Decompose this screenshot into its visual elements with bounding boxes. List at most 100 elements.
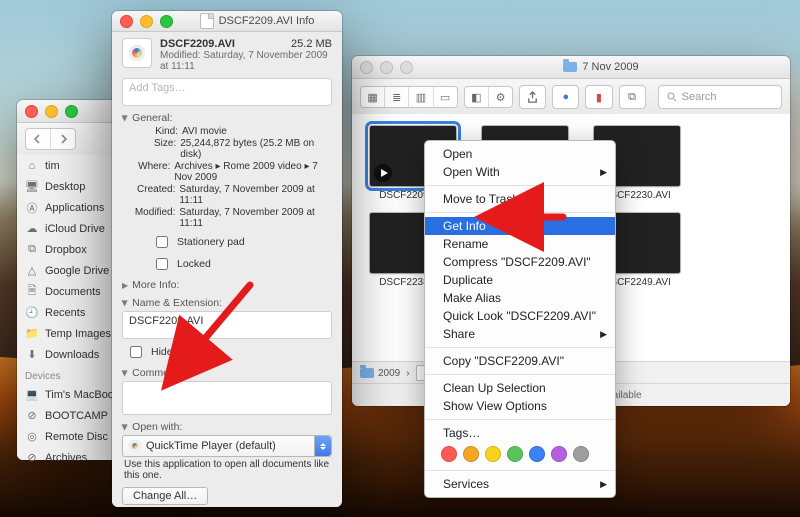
- traffic-min-icon[interactable]: [140, 15, 153, 28]
- quicktime-icon: [129, 45, 145, 61]
- traffic-close-icon[interactable]: [360, 61, 373, 74]
- tag-color-dot[interactable]: [573, 446, 589, 462]
- view-gallery-icon[interactable]: ▭: [433, 87, 457, 107]
- name-extension-field[interactable]: DSCF2209.AVI: [122, 311, 332, 339]
- section-header[interactable]: ▶More Info:: [122, 279, 332, 291]
- section-header[interactable]: ▶Comments:: [122, 367, 332, 379]
- ctx-separator: [425, 374, 615, 375]
- traffic-zoom-icon[interactable]: [65, 105, 78, 118]
- disclosure-triangle-icon[interactable]: ▶: [122, 281, 128, 290]
- tag-color-dot[interactable]: [485, 446, 501, 462]
- ctx-rename[interactable]: Rename: [425, 235, 615, 253]
- sort-icon[interactable]: ⚙: [488, 87, 512, 107]
- ctx-show-view-options[interactable]: Show View Options: [425, 397, 615, 415]
- checkbox-label: Hide extension: [151, 346, 220, 358]
- view-mode-segmented[interactable]: ▦ ≣ ▥ ▭: [360, 86, 458, 108]
- ctx-label: Tags…: [443, 426, 480, 440]
- ctx-quick-look[interactable]: Quick Look "DSCF2209.AVI": [425, 307, 615, 325]
- traffic-zoom-icon[interactable]: [400, 61, 413, 74]
- checkbox-input[interactable]: [156, 258, 168, 270]
- play-badge-icon: [374, 164, 392, 182]
- comments-field[interactable]: [122, 381, 332, 415]
- sidebar-item-label: tim: [45, 160, 60, 172]
- nav-forward-icon[interactable]: [50, 129, 75, 149]
- disclosure-triangle-icon[interactable]: ▶: [121, 370, 130, 376]
- finder-search[interactable]: Search: [658, 85, 782, 109]
- hide-extension-checkbox[interactable]: Hide extension: [126, 343, 342, 361]
- view-icon-icon[interactable]: ▦: [361, 87, 384, 107]
- traffic-min-icon[interactable]: [45, 105, 58, 118]
- path-crumb[interactable]: 2009: [360, 368, 400, 379]
- ctx-label: Duplicate: [443, 273, 493, 287]
- section-header[interactable]: ▶Name & Extension:: [122, 297, 332, 309]
- info-titlebar[interactable]: DSCF2209.AVI Info: [112, 11, 342, 32]
- dropbox-toolbar-button[interactable]: ⧉: [619, 85, 646, 109]
- ctx-tags[interactable]: Tags…: [425, 424, 615, 442]
- tag-color-dot[interactable]: [551, 446, 567, 462]
- traffic-min-icon[interactable]: [380, 61, 393, 74]
- stationery-checkbox[interactable]: Stationery pad: [152, 233, 332, 251]
- traffic-zoom-icon[interactable]: [160, 15, 173, 28]
- view-columns-icon[interactable]: ▥: [408, 87, 432, 107]
- sidebar-item-label: iCloud Drive: [45, 223, 105, 235]
- ctx-label: Move to Trash: [443, 192, 519, 206]
- disclosure-triangle-icon[interactable]: ▶: [121, 300, 130, 306]
- ctx-clean-up[interactable]: Clean Up Selection: [425, 379, 615, 397]
- ctx-get-info[interactable]: Get Info: [425, 217, 615, 235]
- kv-key: Where:: [132, 161, 170, 183]
- change-all-button[interactable]: Change All…: [122, 487, 208, 505]
- ctx-compress[interactable]: Compress "DSCF2209.AVI": [425, 253, 615, 271]
- section-header[interactable]: ▶Open with:: [122, 421, 332, 433]
- locked-checkbox[interactable]: Locked: [152, 255, 332, 273]
- checkbox-input[interactable]: [130, 346, 142, 358]
- tags-button[interactable]: ●: [552, 85, 579, 109]
- group-icon[interactable]: ◧: [465, 87, 488, 107]
- nav-back-icon[interactable]: [26, 129, 50, 149]
- kv-value: Archives ▸ Rome 2009 video ▸ 7 Nov 2009: [174, 161, 332, 183]
- nav-back-forward[interactable]: [25, 128, 76, 150]
- sidebar-item-label: Archives: [45, 452, 87, 464]
- ctx-share[interactable]: Share▶: [425, 325, 615, 343]
- group-sort-segmented[interactable]: ◧ ⚙: [464, 86, 513, 108]
- tag-color-dot[interactable]: [463, 446, 479, 462]
- ctx-move-to-trash[interactable]: Move to Trash: [425, 190, 615, 208]
- tag-color-dot[interactable]: [441, 446, 457, 462]
- traffic-close-icon[interactable]: [25, 105, 38, 118]
- ctx-open-with[interactable]: Open With▶: [425, 163, 615, 181]
- kv-value: 25,244,872 bytes (25.2 MB on disk): [180, 138, 332, 160]
- info-tags-field[interactable]: Add Tags…: [122, 78, 332, 106]
- view-list-icon[interactable]: ≣: [384, 87, 408, 107]
- finder-titlebar[interactable]: 7 Nov 2009: [352, 56, 790, 79]
- disclosure-triangle-icon[interactable]: ▶: [121, 115, 130, 121]
- finder-title: 7 Nov 2009: [420, 61, 782, 73]
- ctx-copy[interactable]: Copy "DSCF2209.AVI": [425, 352, 615, 370]
- tag-color-dot[interactable]: [529, 446, 545, 462]
- ctx-make-alias[interactable]: Make Alias: [425, 289, 615, 307]
- ctx-label: Rename: [443, 237, 488, 251]
- sidebar-item-label: Documents: [45, 286, 101, 298]
- section-header[interactable]: ▶General:: [122, 112, 332, 124]
- sidebar-item-label: Applications: [45, 202, 104, 214]
- section-title: General:: [132, 112, 172, 124]
- section-title: Name & Extension:: [132, 297, 222, 309]
- quick-action-button[interactable]: ▮: [585, 85, 612, 109]
- ctx-duplicate[interactable]: Duplicate: [425, 271, 615, 289]
- ctx-services[interactable]: Services▶: [425, 475, 615, 493]
- share-button[interactable]: [519, 85, 546, 109]
- open-with-select[interactable]: QuickTime Player (default): [122, 435, 332, 457]
- tag-color-dot[interactable]: [507, 446, 523, 462]
- ctx-label: Show View Options: [443, 399, 547, 413]
- context-menu[interactable]: Open Open With▶ Move to Trash Get Info R…: [424, 140, 616, 498]
- search-placeholder: Search: [682, 91, 717, 103]
- ctx-label: Share: [443, 327, 475, 341]
- disclosure-triangle-icon[interactable]: ▶: [121, 424, 130, 430]
- path-separator-icon: ›: [406, 368, 409, 379]
- open-with-hint: Use this application to open all documen…: [124, 459, 330, 481]
- sidebar-item-label: Downloads: [45, 349, 99, 361]
- checkbox-input[interactable]: [156, 236, 168, 248]
- traffic-close-icon[interactable]: [120, 15, 133, 28]
- ctx-label: Get Info: [443, 219, 486, 233]
- ctx-open[interactable]: Open: [425, 145, 615, 163]
- section-title: Open with:: [132, 421, 182, 433]
- ctx-label: Make Alias: [443, 291, 501, 305]
